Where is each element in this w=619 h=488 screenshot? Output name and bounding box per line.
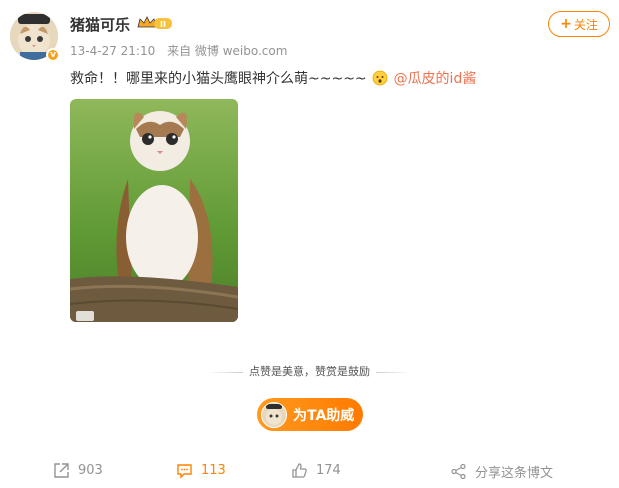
post-source: 来自 微博 weibo.com [167,44,288,58]
repost-count: 903 [78,463,103,478]
post-time[interactable]: 13-4-27 21:10 [70,44,155,58]
comment-count: 113 [201,463,226,478]
like-button[interactable]: 174 [291,462,341,479]
verified-badge-icon: v [46,48,60,62]
user-mini-avatar [261,401,287,428]
cat-owl-photo [70,99,238,322]
reward-button[interactable]: 为TA助威 [257,398,363,431]
user-name[interactable]: 猪猫可乐 [70,14,130,35]
follow-label: 关注 [573,17,598,32]
mention-link[interactable]: @瓜皮的id酱 [394,71,477,87]
share-icon [451,463,466,480]
reward-tagline-text: 点赞是美意，赞赏是鼓励 [249,365,370,378]
plus-icon: + [560,16,572,32]
post-text: 救命！！哪里来的小猫头鹰眼神介么萌~~~~~ @瓜皮的id酱 [70,68,476,88]
divider [207,371,243,373]
reward-tagline: 点赞是美意，赞赏是鼓励 [0,363,619,379]
like-count: 174 [316,463,341,478]
share-button[interactable]: 分享这条博文 [450,462,553,481]
follow-button[interactable]: + 关注 [548,11,610,37]
repost-icon [54,463,69,478]
reward-button-label: 为TA助威 [293,407,355,424]
repost-button[interactable]: 903 [53,462,103,479]
post-image[interactable] [70,99,238,322]
cat-avatar-icon [262,402,286,427]
member-crown-badge-icon[interactable]: II [136,15,174,31]
share-label: 分享这条博文 [475,466,554,481]
comment-icon [177,464,192,479]
action-bar: 903 113 174 分享这条博文 [0,462,619,486]
divider [376,371,412,373]
comment-button[interactable]: 113 [176,462,226,479]
thumbs-up-icon [292,463,307,478]
surprised-face-emoji-icon [372,70,388,86]
badge-level-text: II [160,20,166,29]
post-body: 救命！！哪里来的小猫头鹰眼神介么萌~~~~~ [70,71,367,87]
post-meta: 13-4-27 21:10 来自 微博 weibo.com [70,42,295,59]
